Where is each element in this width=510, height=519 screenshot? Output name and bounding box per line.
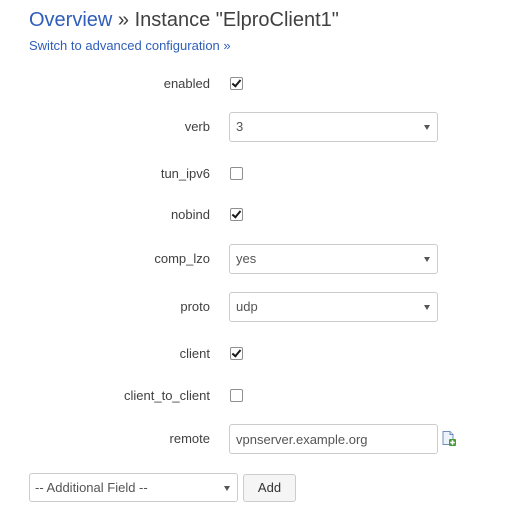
enabled-label: enabled xyxy=(163,76,210,91)
enabled-checkbox[interactable] xyxy=(230,77,243,90)
comp-lzo-label: comp_lzo xyxy=(154,251,210,266)
tun-ipv6-label: tun_ipv6 xyxy=(160,166,210,181)
nobind-checkbox[interactable] xyxy=(230,208,243,221)
proto-label: proto xyxy=(180,299,210,314)
field-verb: verb 3 xyxy=(0,112,510,142)
chevron-down-icon xyxy=(224,486,230,491)
nobind-label: nobind xyxy=(170,207,210,222)
client-checkbox[interactable] xyxy=(230,347,243,360)
page-title: Overview » Instance "ElproClient1" xyxy=(29,7,339,33)
field-client: client xyxy=(0,339,510,369)
field-proto: proto udp xyxy=(0,292,510,322)
proto-select[interactable]: udp xyxy=(229,292,438,322)
field-comp-lzo: comp_lzo yes xyxy=(0,244,510,274)
verb-value: 3 xyxy=(236,119,244,134)
advanced-config-link[interactable]: Switch to advanced configuration » xyxy=(29,38,231,53)
comp-lzo-value: yes xyxy=(236,251,257,266)
chevron-down-icon xyxy=(424,257,430,262)
client-label: client xyxy=(179,346,210,361)
client-to-client-label: client_to_client xyxy=(124,388,210,403)
add-entry-icon[interactable] xyxy=(440,430,456,446)
add-button[interactable]: Add xyxy=(243,474,296,502)
verb-label: verb xyxy=(184,119,210,134)
additional-field-select[interactable]: -- Additional Field -- xyxy=(29,473,238,502)
verb-select[interactable]: 3 xyxy=(229,112,438,142)
client-to-client-checkbox[interactable] xyxy=(230,389,243,402)
comp-lzo-select[interactable]: yes xyxy=(229,244,438,274)
additional-field-value: -- Additional Field -- xyxy=(35,480,148,495)
field-client-to-client: client_to_client xyxy=(0,381,510,411)
field-enabled: enabled xyxy=(0,69,510,99)
proto-value: udp xyxy=(236,299,258,314)
chevron-down-icon xyxy=(424,305,430,310)
remote-label: remote xyxy=(169,431,210,446)
page-title-text: » Instance "ElproClient1" xyxy=(112,9,339,31)
chevron-down-icon xyxy=(424,125,430,130)
field-nobind: nobind xyxy=(0,200,510,230)
tun-ipv6-checkbox[interactable] xyxy=(230,167,243,180)
remote-input[interactable] xyxy=(229,424,438,454)
field-tun-ipv6: tun_ipv6 xyxy=(0,159,510,189)
breadcrumb-overview-link[interactable]: Overview xyxy=(29,9,112,31)
field-remote: remote xyxy=(0,424,510,454)
